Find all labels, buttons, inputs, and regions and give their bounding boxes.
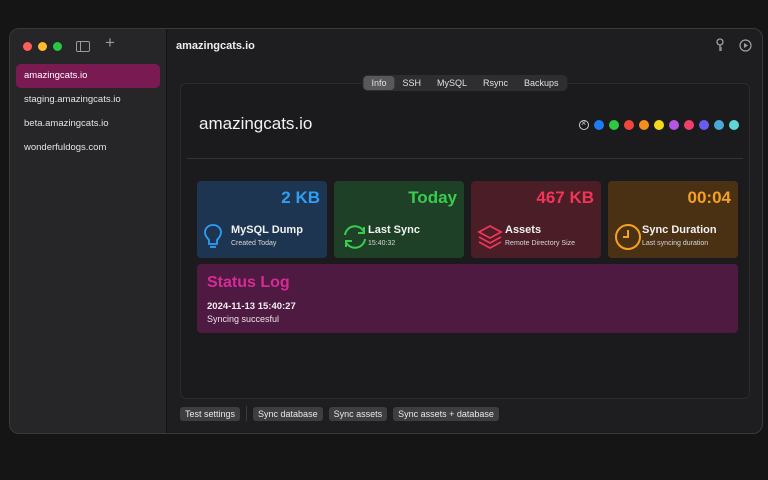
status-log-timestamp: 2024-11-13 15:40:27 xyxy=(207,301,296,312)
card-sub: 15:40:32 xyxy=(368,240,396,247)
action-separator xyxy=(246,406,248,421)
sync-duration-card: 00:04 Sync Duration Last syncing duratio… xyxy=(608,181,738,258)
toolbar-right xyxy=(715,38,752,52)
card-sub: Created Today xyxy=(231,240,277,247)
tab-rsync[interactable]: Rsync xyxy=(475,76,516,90)
card-sub: Last syncing duration xyxy=(642,240,709,247)
zoom-button[interactable] xyxy=(53,42,62,51)
color-tag-purple[interactable] xyxy=(669,120,679,130)
status-log: Status Log 2024-11-13 15:40:27 Syncing s… xyxy=(197,264,738,333)
play-icon[interactable] xyxy=(739,38,752,52)
action-bar: Test settings Sync database Sync assets … xyxy=(180,406,505,421)
divider xyxy=(187,158,743,159)
card-label: MySQL Dump xyxy=(231,224,303,236)
status-log-message: Syncing succesful xyxy=(207,314,280,324)
layers-icon xyxy=(477,223,503,256)
status-log-title: Status Log xyxy=(207,274,290,291)
site-item[interactable]: staging.amazingcats.io xyxy=(16,88,160,112)
card-label: Last Sync xyxy=(368,224,420,236)
color-tag-picker xyxy=(579,118,739,130)
tab-mysql[interactable]: MySQL xyxy=(429,76,475,90)
card-sub: Remote Directory Size xyxy=(505,240,576,247)
clock-icon xyxy=(614,223,642,256)
main-area: amazingcats.io amazingcats.io × 2 KB MyS… xyxy=(168,29,762,433)
minimize-button[interactable] xyxy=(38,42,47,51)
card-value: Today xyxy=(408,188,457,207)
card-value: 00:04 xyxy=(687,188,731,207)
color-tag-teal[interactable] xyxy=(729,120,739,130)
key-icon[interactable] xyxy=(715,38,725,52)
tab-bar: Info SSH MySQL Rsync Backups xyxy=(362,75,568,91)
color-tag-sky[interactable] xyxy=(714,120,724,130)
add-site-icon[interactable]: + xyxy=(105,34,115,51)
app-window: + amazingcats.io staging.amazingcats.io … xyxy=(9,28,763,434)
no-color-tag[interactable] xyxy=(579,118,589,130)
card-value: 467 KB xyxy=(536,188,594,207)
color-tag-blue[interactable] xyxy=(594,120,604,130)
color-tag-indigo[interactable] xyxy=(699,120,709,130)
sync-assets-button[interactable]: Sync assets xyxy=(328,406,388,421)
sidebar: + amazingcats.io staging.amazingcats.io … xyxy=(10,29,167,433)
color-tag-pink[interactable] xyxy=(684,120,694,130)
sidebar-toggle-icon[interactable] xyxy=(76,41,90,52)
site-item[interactable]: amazingcats.io xyxy=(16,64,160,88)
sync-assets-database-button[interactable]: Sync assets + database xyxy=(393,406,499,421)
test-settings-button[interactable]: Test settings xyxy=(180,406,241,421)
card-value: 2 KB xyxy=(281,188,320,207)
stats-row: 2 KB MySQL Dump Created Today Today Last… xyxy=(197,181,738,258)
window-controls xyxy=(23,42,62,51)
site-item[interactable]: beta.amazingcats.io xyxy=(16,112,160,136)
sync-icon xyxy=(340,223,370,256)
color-tag-green[interactable] xyxy=(609,120,619,130)
color-tag-red[interactable] xyxy=(624,120,634,130)
last-sync-card: Today Last Sync 15:40:32 xyxy=(334,181,464,258)
card-label: Assets xyxy=(505,224,542,236)
close-button[interactable] xyxy=(23,42,32,51)
site-heading: amazingcats.io xyxy=(199,114,313,133)
tab-backups[interactable]: Backups xyxy=(516,76,567,90)
lightbulb-icon xyxy=(203,223,223,256)
tab-ssh[interactable]: SSH xyxy=(394,76,429,90)
site-list: amazingcats.io staging.amazingcats.io be… xyxy=(16,64,160,160)
tab-info[interactable]: Info xyxy=(363,76,395,90)
window-title: amazingcats.io xyxy=(176,40,255,52)
sync-database-button[interactable]: Sync database xyxy=(253,406,323,421)
mysql-dump-card: 2 KB MySQL Dump Created Today xyxy=(197,181,327,258)
card-label: Sync Duration xyxy=(642,224,717,236)
color-tag-yellow[interactable] xyxy=(654,120,664,130)
color-tag-orange[interactable] xyxy=(639,120,649,130)
site-item[interactable]: wonderfuldogs.com xyxy=(16,136,160,160)
assets-card: 467 KB Assets Remote Directory Size xyxy=(471,181,601,258)
info-panel: amazingcats.io 2 KB xyxy=(180,83,750,399)
